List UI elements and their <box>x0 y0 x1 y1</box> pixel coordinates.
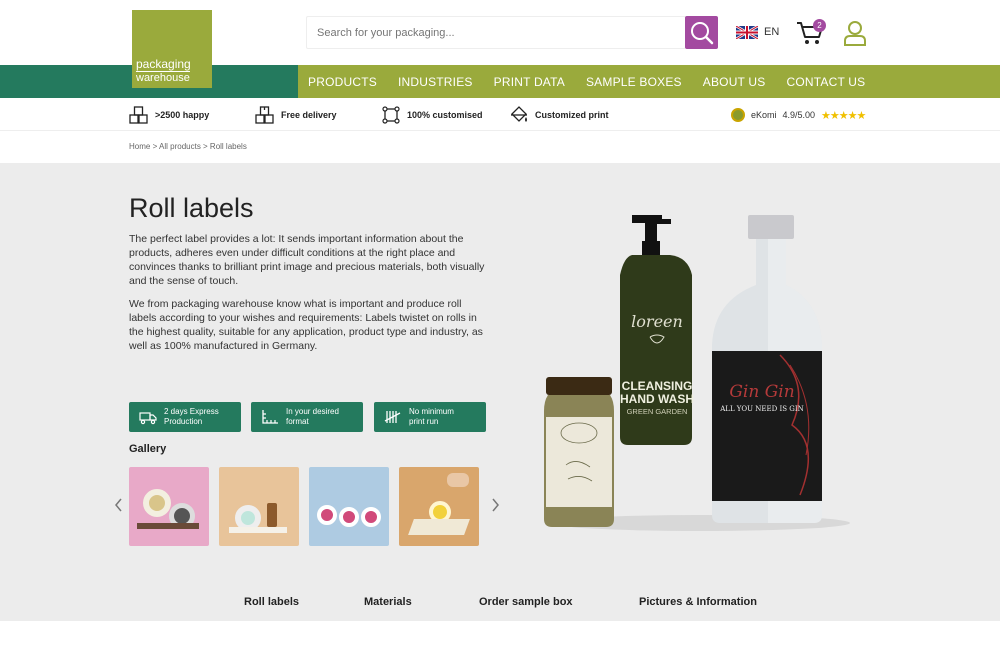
gallery-thumbnail[interactable] <box>129 467 209 546</box>
gallery-thumbnail[interactable] <box>309 467 389 546</box>
tab-roll-labels[interactable]: Roll labels <box>244 596 299 608</box>
nav-industries[interactable]: INDUSTRIES <box>398 75 473 89</box>
benefit-custom-print: Customized print <box>509 106 609 124</box>
product-tabs: Roll labels Materials Order sample box P… <box>0 590 1000 620</box>
benefit-label: Free delivery <box>281 110 337 120</box>
gallery-prev-button[interactable] <box>113 497 125 513</box>
product-hero-image: loreen CLEANSING HAND WASH GREEN GARDEN … <box>520 205 870 540</box>
gin-brand-label: Gin Gin <box>729 382 794 402</box>
soap-label-line3: GREEN GARDEN <box>627 407 688 416</box>
search-button[interactable] <box>685 16 718 49</box>
user-icon <box>844 21 866 46</box>
page-title: Roll labels <box>129 193 254 223</box>
benefits-bar: >2500 happy Free delivery 100% customise… <box>0 98 1000 131</box>
feature-desired-format: In your desired format <box>251 402 363 432</box>
search-input[interactable] <box>306 16 686 49</box>
breadcrumb[interactable]: Home > All products > Roll labels <box>129 142 247 151</box>
feature-no-minimum: No minimum print run <box>374 402 486 432</box>
ekomi-logo-icon <box>731 108 745 122</box>
benefit-label: Customized print <box>535 110 609 120</box>
feature-express-production: 2 days Express Production <box>129 402 241 432</box>
feature-text-line2: format <box>286 417 309 426</box>
chevron-left-icon <box>115 498 122 512</box>
nav-print-data[interactable]: PRINT DATA <box>494 75 565 89</box>
rating-stars: ★★★★★ <box>821 109 866 122</box>
boxes-icon <box>129 106 148 124</box>
paint-bucket-icon <box>511 106 527 122</box>
ekomi-label: eKomi <box>751 110 777 120</box>
nav-products[interactable]: PRODUCTS <box>308 75 377 89</box>
cart-count-badge: 2 <box>813 19 826 32</box>
nav-sample-boxes[interactable]: SAMPLE BOXES <box>586 75 682 89</box>
gallery-thumbnail[interactable] <box>219 467 299 546</box>
gallery-title: Gallery <box>129 443 167 455</box>
search-bar <box>306 16 718 49</box>
feature-text-line1: 2 days Express <box>164 407 219 416</box>
ekomi-score: 4.9/5.00 <box>782 110 816 120</box>
truck-icon <box>139 412 157 425</box>
ruler-icon <box>262 410 278 424</box>
soap-label-line1: CLEANSING <box>622 379 693 393</box>
benefit-label: >2500 happy <box>155 110 210 120</box>
delivery-boxes-icon <box>255 106 274 124</box>
soap-brand-label: loreen <box>631 312 683 331</box>
resize-icon <box>382 106 400 124</box>
benefit-free-delivery: Free delivery <box>255 106 337 124</box>
nav-about-us[interactable]: ABOUT US <box>703 75 766 89</box>
ekomi-rating[interactable]: eKomi 4.9/5.00 ★★★★★ <box>731 108 866 122</box>
gallery-thumbnail[interactable] <box>399 467 479 546</box>
uk-flag-icon <box>736 25 758 39</box>
tab-materials[interactable]: Materials <box>364 596 412 608</box>
gallery-next-button[interactable] <box>489 497 501 513</box>
tab-pictures-information[interactable]: Pictures & Information <box>639 596 757 608</box>
page-bottom <box>0 621 1000 653</box>
soap-label-line2: HAND WASH <box>620 392 694 406</box>
tab-order-sample-box[interactable]: Order sample box <box>479 596 573 608</box>
feature-text-line1: No minimum <box>409 407 454 416</box>
search-icon <box>691 22 714 45</box>
logo-text-bottom: warehouse <box>136 71 190 84</box>
benefit-customised: 100% customised <box>381 106 483 124</box>
benefit-happy-customers: >2500 happy <box>129 106 209 124</box>
feature-text-line2: Production <box>164 417 203 426</box>
nav-contact-us[interactable]: CONTACT US <box>786 75 865 89</box>
chevron-right-icon <box>492 498 499 512</box>
intro-paragraph: The perfect label provides a lot: It sen… <box>129 233 485 287</box>
site-logo[interactable]: packaging warehouse <box>132 10 212 88</box>
benefit-label: 100% customised <box>407 110 483 120</box>
tally-icon <box>384 411 401 423</box>
feature-text-line1: In your desired <box>286 407 339 416</box>
description-paragraph: We from packaging warehouse know what is… <box>129 298 483 352</box>
gin-tagline-label: ALL YOU NEED IS GIN <box>719 405 804 413</box>
language-selector[interactable]: EN <box>736 25 779 39</box>
feature-text-line2: print run <box>409 417 439 426</box>
account-button[interactable] <box>843 20 867 46</box>
logo-text-top: packaging <box>136 57 191 71</box>
language-label: EN <box>764 26 780 38</box>
